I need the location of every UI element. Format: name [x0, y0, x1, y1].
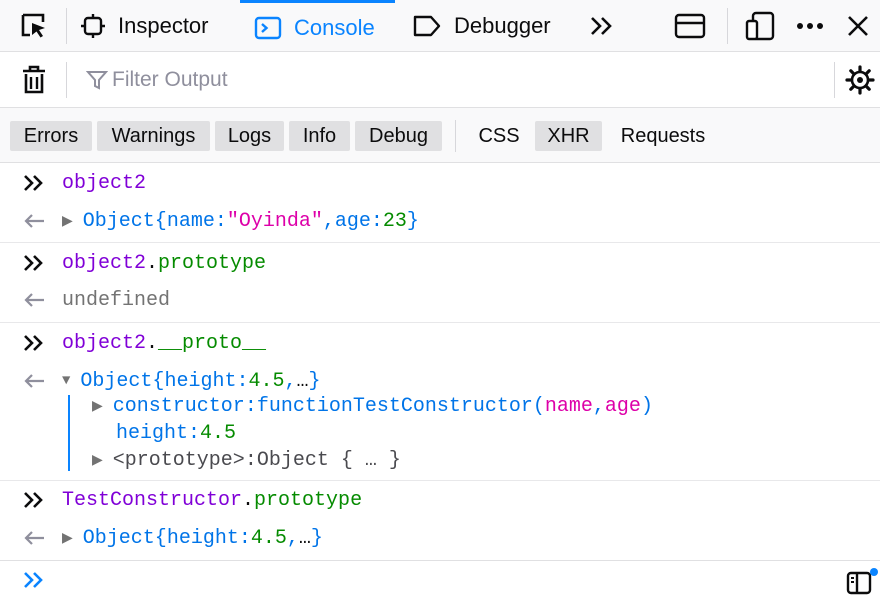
console-category-filters: Errors Warnings Logs Info Debug CSS XHR … — [0, 108, 880, 163]
object-preview[interactable]: ▶ Object { name: "Oyinda", age: 23 } — [62, 203, 419, 239]
responsive-design-icon[interactable] — [738, 0, 782, 52]
input-code: object2. prototype — [62, 251, 267, 275]
console-input-field[interactable] — [60, 565, 824, 597]
console-input-line: TestConstructor. prototype — [0, 482, 880, 518]
console-result-line: ▶ Object { height: 4.5, … } — [0, 520, 880, 556]
expand-triangle-icon[interactable]: ▶ — [62, 213, 73, 230]
input-chevron-icon — [22, 482, 46, 518]
input-code: TestConstructor. prototype — [62, 488, 363, 512]
filter-errors-button[interactable]: Errors — [10, 121, 92, 151]
expand-triangle-icon[interactable]: ▶ — [92, 398, 103, 415]
more-tools-chevron-icon[interactable] — [584, 0, 620, 52]
input-chevron-icon — [22, 325, 46, 361]
tab-debugger[interactable]: Debugger — [412, 0, 572, 52]
console-result-line: undefined — [0, 282, 880, 318]
filter-separator — [66, 62, 67, 98]
console-input-line: object2. prototype — [0, 245, 880, 281]
tab-console-label: Console — [294, 14, 375, 40]
console-input-area — [0, 560, 880, 599]
expand-triangle-icon[interactable]: ▶ — [92, 452, 103, 469]
console-result-line: ▶ Object { name: "Oyinda", age: 23 } — [0, 203, 880, 239]
object-preview[interactable]: ▶ Object { height: 4.5, … } — [62, 520, 323, 556]
result-arrow-icon — [22, 520, 46, 556]
result-arrow-icon — [22, 203, 46, 239]
filter-info-button[interactable]: Info — [289, 121, 350, 151]
category-separator — [455, 120, 456, 152]
console-icon — [254, 15, 282, 41]
undefined-result: undefined — [62, 288, 171, 312]
close-icon[interactable] — [840, 0, 876, 52]
tab-inspector-label: Inspector — [118, 13, 209, 38]
toolbar-separator — [727, 8, 728, 44]
filter-separator — [834, 62, 835, 98]
entry-divider — [0, 480, 880, 481]
input-code: object2 — [62, 171, 147, 195]
more-options-icon[interactable] — [792, 0, 828, 52]
split-console-icon[interactable] — [668, 0, 712, 52]
console-input-line: object2. __proto__ — [0, 325, 880, 361]
tree-node[interactable]: ▶ <prototype>: Object { … } — [0, 444, 880, 476]
filter-requests-button[interactable]: Requests — [606, 121, 720, 151]
console-settings-gear-icon[interactable] — [840, 52, 880, 108]
tree-node-prototype[interactable]: ▶ <prototype>: Object { … } — [92, 444, 401, 476]
input-chevron-icon — [22, 245, 46, 281]
debugger-icon — [412, 13, 442, 39]
filter-css-button[interactable]: CSS — [467, 121, 531, 151]
tab-console[interactable]: Console — [240, 0, 395, 52]
entry-divider — [0, 242, 880, 243]
collapse-triangle-icon[interactable]: ▼ — [62, 373, 70, 389]
filter-warnings-button[interactable]: Warnings — [97, 121, 210, 151]
expand-triangle-icon[interactable]: ▶ — [62, 530, 73, 547]
console-filter-bar — [0, 52, 880, 108]
input-code: object2. __proto__ — [62, 331, 267, 355]
console-input-line: object2 — [0, 165, 880, 201]
filter-output-input[interactable] — [84, 62, 784, 98]
clear-console-trash-icon[interactable] — [12, 52, 56, 108]
tab-inspector[interactable]: Inspector — [80, 0, 230, 52]
inspector-icon — [80, 13, 106, 39]
editor-mode-toggle-icon[interactable] — [846, 567, 878, 600]
element-picker-icon[interactable] — [12, 0, 56, 52]
toolbar-separator — [66, 8, 67, 44]
tab-debugger-label: Debugger — [454, 13, 551, 38]
devtools-toolbar: Inspector Console Debugger — [0, 0, 880, 52]
entry-divider — [0, 322, 880, 323]
prompt-chevron-icon — [22, 571, 46, 594]
input-chevron-icon — [22, 165, 46, 201]
result-arrow-icon — [22, 282, 46, 318]
filter-debug-button[interactable]: Debug — [355, 121, 442, 151]
filter-logs-button[interactable]: Logs — [215, 121, 284, 151]
filter-xhr-button[interactable]: XHR — [535, 121, 602, 151]
